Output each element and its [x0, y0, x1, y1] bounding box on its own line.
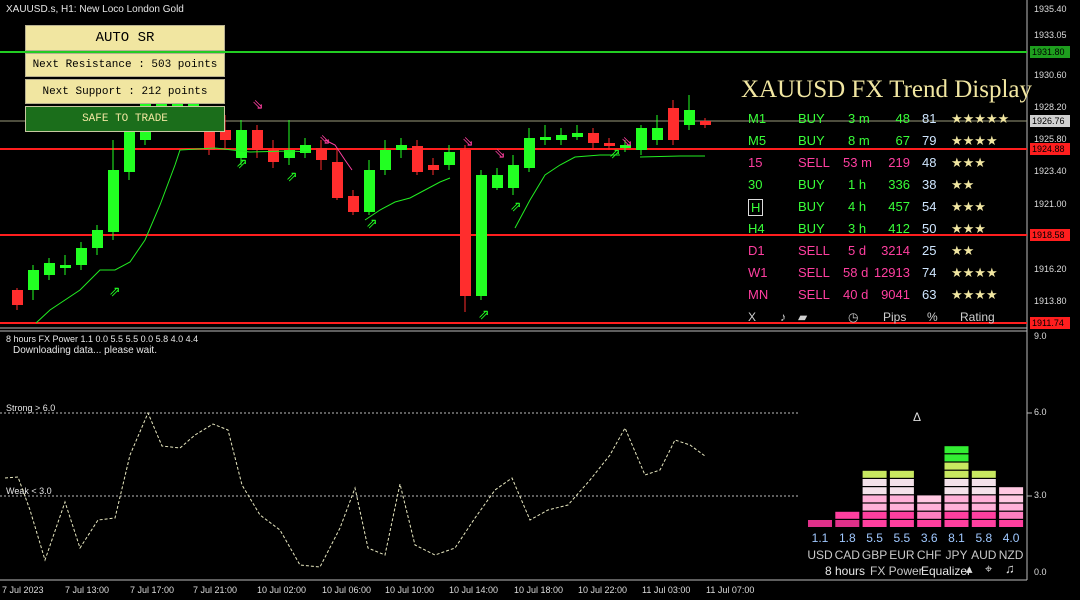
equalizer-segment: [889, 470, 914, 478]
equalizer-segment: [944, 462, 969, 470]
equalizer-segment: [944, 511, 969, 519]
equalizer-bars: [808, 446, 1024, 527]
equalizer-segment: [862, 487, 887, 495]
currency-strength: 1.1: [811, 531, 829, 545]
currency-strength: 1.8: [838, 531, 856, 545]
equalizer-segment: [971, 520, 996, 527]
currency-code: AUD: [971, 548, 997, 562]
equalizer-segment: [835, 520, 860, 527]
currency-code: CAD: [834, 548, 860, 562]
currency-strength: 5.5: [893, 531, 911, 545]
period-label[interactable]: 8 hours: [825, 564, 865, 578]
equalizer-segment: [862, 511, 887, 519]
equalizer-segment: [944, 495, 969, 503]
currency-code: EUR: [889, 548, 915, 562]
time-tick: 10 Jul 10:00: [385, 585, 435, 595]
mode-label[interactable]: Equalizer: [921, 564, 971, 578]
equalizer-segment: [889, 511, 914, 519]
equalizer-segment: [971, 487, 996, 495]
equalizer-segment: [917, 520, 942, 527]
equalizer-segment: [999, 503, 1024, 511]
currency-code: JPY: [945, 548, 968, 562]
equalizer-segment: [944, 454, 969, 462]
equalizer-segment: [862, 520, 887, 527]
equalizer-segment: [889, 520, 914, 527]
equalizer-segment: [999, 487, 1024, 495]
time-tick: 10 Jul 22:00: [578, 585, 628, 595]
sub-axis-tick: 9.0: [1034, 331, 1047, 341]
equalizer-segment: [971, 495, 996, 503]
equalizer-segment: [889, 487, 914, 495]
equalizer-segment: [944, 487, 969, 495]
equalizer-segment: [917, 511, 942, 519]
equalizer-segment: [999, 511, 1024, 519]
time-tick: 7 Jul 21:00: [193, 585, 238, 595]
equalizer-segment: [971, 503, 996, 511]
currency-strength: 8.1: [948, 531, 965, 545]
equalizer-segment: [889, 503, 914, 511]
time-tick: 10 Jul 14:00: [449, 585, 499, 595]
equalizer-segment: [862, 495, 887, 503]
currency-strength: 5.5: [866, 531, 883, 545]
equalizer-segment: [808, 520, 832, 527]
power-label: FX Power: [870, 564, 923, 578]
crosshair-icon[interactable]: ⌖: [985, 561, 992, 577]
time-tick: 7 Jul 17:00: [130, 585, 175, 595]
equalizer-segment: [944, 479, 969, 486]
equalizer-segment: [862, 470, 887, 478]
time-tick: 7 Jul 13:00: [65, 585, 110, 595]
currency-strength: 3.6: [920, 531, 938, 545]
currency-code: CHF: [916, 548, 942, 562]
equalizer-segment: [971, 479, 996, 486]
time-tick: 10 Jul 18:00: [514, 585, 564, 595]
equalizer-segment: [971, 470, 996, 478]
equalizer-segment: [944, 520, 969, 527]
currency-code: NZD: [998, 548, 1024, 562]
fx-power-line-chart: [0, 411, 1032, 568]
currency-strength: 5.8: [975, 531, 993, 545]
equalizer-segment: [889, 479, 914, 486]
fx-power-line: [4, 411, 706, 568]
equalizer-segment: [862, 503, 887, 511]
equalizer-segment: [917, 495, 942, 503]
time-tick: 10 Jul 02:00: [257, 585, 307, 595]
equalizer-segment: [944, 503, 969, 511]
triangle-icon[interactable]: ▴: [966, 561, 973, 577]
equalizer-segment: [944, 470, 969, 478]
time-tick: 7 Jul 2023: [2, 585, 44, 595]
time-tick: 11 Jul 03:00: [642, 585, 691, 595]
currency-code: USD: [807, 548, 833, 562]
time-tick: 10 Jul 06:00: [322, 585, 372, 595]
equalizer-segment: [835, 511, 860, 519]
sub-axis-tick: 6.0: [1034, 407, 1047, 417]
equalizer-segment: [999, 495, 1024, 503]
sub-axis-tick: 0.0: [1034, 567, 1047, 577]
sub-axis-tick: 3.0: [1034, 490, 1047, 500]
equalizer-segment: [889, 495, 914, 503]
currency-code: GBP: [861, 548, 888, 562]
time-tick: 11 Jul 07:00: [706, 585, 755, 595]
equalizer-segment: [999, 520, 1024, 527]
equalizer-segment: [917, 503, 942, 511]
music-icon[interactable]: ♫: [1005, 561, 1015, 576]
equalizer-segment: [862, 479, 887, 486]
equalizer-segment: [944, 446, 969, 454]
equalizer-segment: [971, 511, 996, 519]
currency-strength: 4.0: [1002, 531, 1020, 545]
